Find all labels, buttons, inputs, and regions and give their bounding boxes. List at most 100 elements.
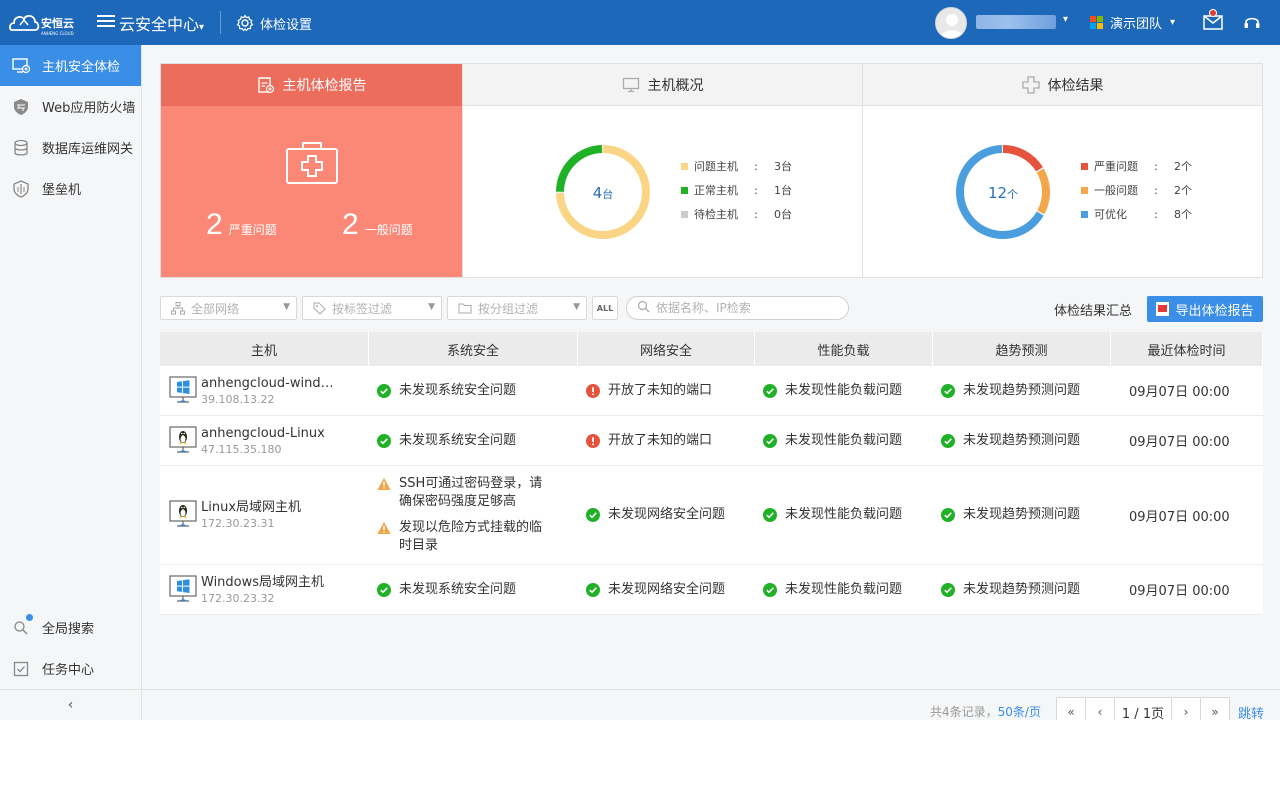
network-security-cell: 开放了未知的端口 xyxy=(578,416,755,465)
column-header[interactable]: 主机 xyxy=(160,332,369,366)
search-input[interactable] xyxy=(656,301,846,315)
status-item[interactable]: 未发现网络安全问题 xyxy=(586,506,725,524)
status-item[interactable]: 未发现趋势预测问题 xyxy=(941,581,1080,599)
legend-swatch xyxy=(1081,162,1088,170)
colon: : xyxy=(754,159,758,173)
last-check-time: 09月07日 00:00 xyxy=(1129,584,1230,599)
chevron-down-icon: ▾ xyxy=(1170,17,1176,28)
app-switcher[interactable]: 云安全中心▾ xyxy=(119,11,204,35)
group-filter-select[interactable]: 按分组过滤 ▼ xyxy=(447,296,587,320)
column-header[interactable]: 系统安全 xyxy=(369,332,578,366)
status-item[interactable]: 未发现性能负载问题 xyxy=(763,506,902,524)
trend-cell: 未发现趋势预测问题 xyxy=(933,416,1111,465)
status-item[interactable]: 开放了未知的端口 xyxy=(586,432,712,450)
host-name[interactable]: Linux局域网主机 xyxy=(201,499,301,516)
headset-icon[interactable] xyxy=(1243,13,1261,31)
status-item[interactable]: 发现以危险方式挂载的临时目录 xyxy=(377,519,544,555)
sidebar-item-task-center[interactable]: 任务中心 xyxy=(0,648,141,689)
legend-swatch xyxy=(1081,186,1088,194)
legend-item: 严重问题: 2个 xyxy=(1081,154,1192,178)
app-window: 安恒云 ANHENG CLOUD 云安全中心▾ 体检设置 ···········… xyxy=(0,0,1280,720)
network-filter-select[interactable]: 全部网络 ▼ xyxy=(160,296,297,320)
avatar[interactable] xyxy=(935,7,967,39)
severe-count: 2 xyxy=(206,208,223,241)
shield-icon xyxy=(12,179,30,198)
results-summary-link[interactable]: 体检结果汇总 xyxy=(1054,300,1132,319)
center-value: 12 xyxy=(987,184,1008,202)
sidebar-item-db-gateway[interactable]: 数据库运维网关 xyxy=(0,127,141,168)
last-page-button[interactable]: » xyxy=(1200,697,1230,720)
legend-value: 2个 xyxy=(1174,184,1192,197)
status-text: 开放了未知的端口 xyxy=(608,432,713,448)
menu-icon[interactable] xyxy=(96,12,116,32)
host-ip: 172.30.23.32 xyxy=(201,591,275,605)
general-issue-stat[interactable]: 2 一般问题 xyxy=(342,208,413,242)
anheng-cloud-logo[interactable]: 安恒云 ANHENG CLOUD xyxy=(8,8,78,38)
settings-button[interactable]: 体检设置 xyxy=(236,12,312,34)
status-text: 未发现趋势预测问题 xyxy=(963,507,1081,522)
table-row[interactable]: anhengcloud-wind… 39.108.13.22 未发现系统安全问题 开放… xyxy=(160,366,1263,416)
search-icon xyxy=(637,300,650,317)
column-header[interactable]: 网络安全 xyxy=(578,332,755,366)
status-item[interactable]: 未发现系统安全问题 xyxy=(377,432,516,450)
total-records: 共4条记录， xyxy=(930,705,998,719)
sidebar-item-host-check[interactable]: 主机安全体检 xyxy=(0,45,141,86)
table-row[interactable]: Windows局域网主机 172.30.23.32 未发现系统安全问题 未发现网络安全… xyxy=(160,565,1263,615)
host-name[interactable]: Windows局域网主机 xyxy=(201,574,324,591)
all-button[interactable]: ALL xyxy=(592,296,618,320)
host-report-header[interactable]: 主机体检报告 xyxy=(161,64,462,106)
center-unit: 台 xyxy=(602,188,614,201)
chevron-down-icon[interactable]: ▾ xyxy=(1063,14,1068,25)
host-name[interactable]: anhengcloud-Linux xyxy=(201,425,325,442)
host-name[interactable]: anhengcloud-wind… xyxy=(201,375,334,392)
sidebar-item-bastion[interactable]: 堡垒机 xyxy=(0,168,141,209)
column-header[interactable]: 最近体检时间 xyxy=(1111,332,1263,366)
check-circle-icon xyxy=(377,582,391,597)
page-size-select[interactable]: 50条/页 xyxy=(998,705,1041,719)
status-item[interactable]: SSH可通过密码登录，请确保密码强度足够高 xyxy=(377,475,544,511)
host-cell[interactable]: anhengcloud-wind… 39.108.13.22 xyxy=(160,366,369,415)
host-cell[interactable]: Windows局域网主机 172.30.23.32 xyxy=(160,565,369,614)
status-text: 开放了未知的端口 xyxy=(608,382,713,398)
status-item[interactable]: 未发现系统安全问题 xyxy=(377,382,516,400)
legend-name: 一般问题 xyxy=(1094,184,1138,197)
column-header[interactable]: 性能负载 xyxy=(755,332,933,366)
status-item[interactable]: 未发现性能负载问题 xyxy=(763,432,902,450)
sidebar-item-global-search[interactable]: 全局搜索 xyxy=(0,607,141,648)
jump-page-button[interactable]: 跳转 xyxy=(1238,703,1264,720)
host-cell[interactable]: Linux局域网主机 172.30.23.31 xyxy=(160,466,369,564)
sidebar-bottom: 全局搜索 任务中心 xyxy=(0,607,141,689)
table-row[interactable]: anhengcloud-Linux 47.115.35.180 未发现系统安全问题 开… xyxy=(160,416,1263,466)
column-header[interactable]: 趋势预测 xyxy=(933,332,1111,366)
status-item[interactable]: 未发现趋势预测问题 xyxy=(941,382,1080,400)
status-item[interactable]: 未发现系统安全问题 xyxy=(377,581,516,599)
export-report-button[interactable]: 导出体检报告 xyxy=(1147,296,1263,322)
table-row[interactable]: Linux局域网主机 172.30.23.31 SSH可通过密码登录，请确保密码强度… xyxy=(160,466,1263,565)
severe-issue-stat[interactable]: 2 严重问题 xyxy=(206,208,277,242)
notification-dot xyxy=(1209,9,1217,17)
mail-icon[interactable] xyxy=(1203,9,1223,30)
status-item[interactable]: 未发现网络安全问题 xyxy=(586,581,725,599)
collapse-sidebar-button[interactable]: ‹ xyxy=(0,689,141,720)
sidebar-item-waf[interactable]: Web应用防火墙 xyxy=(0,86,141,127)
donut-center-label: 4台 xyxy=(553,184,653,202)
prev-page-button[interactable]: ‹ xyxy=(1085,697,1115,720)
pdf-icon xyxy=(1156,302,1170,316)
host-cell[interactable]: anhengcloud-Linux 47.115.35.180 xyxy=(160,416,369,465)
system-security-cell: SSH可通过密码登录，请确保密码强度足够高发现以危险方式挂载的临时目录 xyxy=(369,466,578,564)
team-switcher[interactable]: 演示团队 ▾ xyxy=(1090,13,1175,32)
status-text: SSH可通过密码登录，请确保密码强度足够高 xyxy=(399,476,543,509)
chevron-left-icon: ‹ xyxy=(67,697,74,713)
status-item[interactable]: 开放了未知的端口 xyxy=(586,382,712,400)
next-page-button[interactable]: › xyxy=(1171,697,1201,720)
user-name[interactable]: ··········· xyxy=(976,15,1056,29)
tag-filter-select[interactable]: 按标签过滤 ▼ xyxy=(302,296,442,320)
first-page-button[interactable]: « xyxy=(1056,697,1086,720)
status-item[interactable]: 未发现趋势预测问题 xyxy=(941,432,1080,450)
network-tree-icon xyxy=(171,301,185,315)
general-label: 一般问题 xyxy=(364,223,413,237)
status-item[interactable]: 未发现趋势预测问题 xyxy=(941,506,1080,524)
colon: : xyxy=(1154,207,1158,221)
status-item[interactable]: 未发现性能负载问题 xyxy=(763,581,902,599)
status-item[interactable]: 未发现性能负载问题 xyxy=(763,382,902,400)
